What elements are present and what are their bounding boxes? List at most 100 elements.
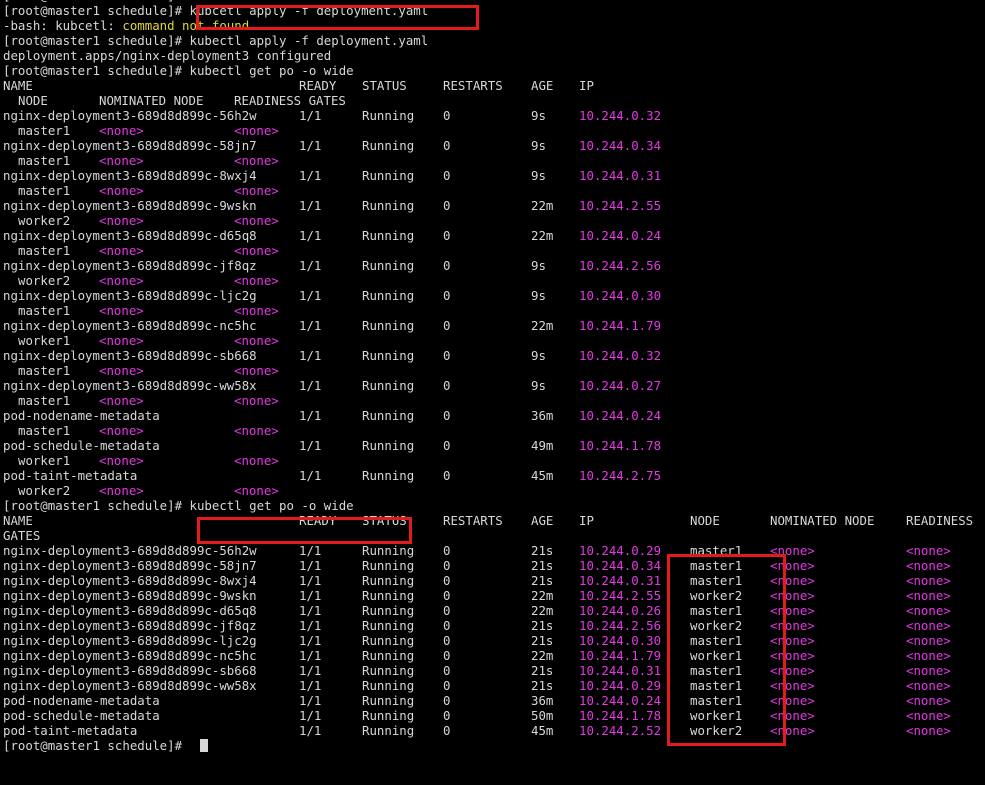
- pod-ready: 1/1: [299, 408, 322, 423]
- pod-name: nginx-deployment3-689d8d899c-56h2w: [3, 543, 257, 558]
- pod-ip: 10.244.0.29: [579, 678, 662, 693]
- pod-status: Running: [362, 708, 415, 723]
- table2-header: NAME READY STATUS RESTARTS AGE IP NODE NOMINATE…: [0, 513, 985, 528]
- pod-restarts: 0: [443, 708, 451, 723]
- pod-ready: 1/1: [299, 318, 322, 333]
- pod-age: 45m: [531, 723, 554, 738]
- pod-name: nginx-deployment3-689d8d899c-jf8qz: [3, 618, 257, 633]
- terminal-line-apply-command: [root@master1 schedule]# kubectl apply -…: [0, 33, 985, 48]
- pod-age: 22m: [531, 228, 554, 243]
- table2-row: pod-schedule-metadata 1/1 Running 0 50m 10.24…: [0, 708, 985, 723]
- pod-ready: 1/1: [299, 648, 322, 663]
- pod-status: Running: [362, 288, 415, 303]
- pod-ip: 10.244.0.34: [579, 558, 662, 573]
- pod-ready: 1/1: [299, 438, 322, 453]
- pod-nominated-node: <none>: [770, 588, 815, 603]
- pod-nominated-node: <none>: [770, 678, 815, 693]
- table1-row: nginx-deployment3-689d8d899c-9wskn 1/1 Run…: [0, 198, 985, 213]
- table2-row: pod-nodename-metadata 1/1 Running 0 36m 10.24…: [0, 693, 985, 708]
- pod-ip: 10.244.0.24: [579, 408, 662, 423]
- terminal-line-typo-command: [root@master1 schedule]# kubcetl apply -…: [0, 3, 985, 18]
- pod-restarts: 0: [443, 618, 451, 633]
- table1-header: NAME READY STATUS RESTARTS AGE IP: [0, 78, 985, 93]
- pod-name: nginx-deployment3-689d8d899c-jf8qz: [3, 258, 257, 273]
- table1-row: nginx-deployment3-689d8d899c-nc5hc 1/1 Run…: [0, 318, 985, 333]
- table2-header-wrap: GATES: [0, 528, 985, 543]
- pod-ready: 1/1: [299, 258, 322, 273]
- pod-node: worker2: [18, 483, 71, 498]
- pod-readiness-gates: <none>: [234, 213, 279, 228]
- pod-restarts: 0: [443, 543, 451, 558]
- table1-header-wrap: NODE NOMINATED NODE READINESS GATES: [0, 93, 985, 108]
- pod-readiness-gates: <none>: [234, 393, 279, 408]
- pod-name: nginx-deployment3-689d8d899c-58jn7: [3, 558, 257, 573]
- pod-status: Running: [362, 198, 415, 213]
- pod-readiness-gates: <none>: [906, 603, 951, 618]
- terminal-line-error: -bash: kubcetl: command not found: [0, 18, 985, 33]
- pod-ip: 10.244.0.31: [579, 573, 662, 588]
- table1-row-wrap: worker2 <none> <none>: [0, 483, 985, 498]
- get-command: kubectl get po -o wide: [182, 63, 354, 78]
- pod-readiness-gates: <none>: [906, 633, 951, 648]
- pod-ip: 10.244.2.52: [579, 723, 662, 738]
- pod-ready: 1/1: [299, 618, 322, 633]
- pod-ready: 1/1: [299, 633, 322, 648]
- cursor-block[interactable]: [200, 739, 208, 752]
- pod-ready: 1/1: [299, 348, 322, 363]
- pod-name: nginx-deployment3-689d8d899c-sb668: [3, 663, 257, 678]
- table1-row-wrap: master1 <none> <none>: [0, 153, 985, 168]
- pod-ready: 1/1: [299, 228, 322, 243]
- pod-age: 22m: [531, 318, 554, 333]
- table1-row: pod-nodename-metadata 1/1 Running 0 36m 10.24…: [0, 408, 985, 423]
- terminal-output: [root@master1 schedule]#[root@master1 sc…: [0, 0, 985, 753]
- pod-status: Running: [362, 408, 415, 423]
- pod-nominated-node: <none>: [770, 543, 815, 558]
- table1-row-wrap: master1 <none> <none>: [0, 303, 985, 318]
- pod-ip: 10.244.2.56: [579, 618, 662, 633]
- table2-header-node: NODE: [690, 513, 720, 528]
- typo-command: kubcetl apply -f deployment.yaml: [182, 3, 429, 18]
- pod-ip: 10.244.0.27: [579, 378, 662, 393]
- pod-status: Running: [362, 318, 415, 333]
- table2-row: nginx-deployment3-689d8d899c-58jn7 1/1 Run…: [0, 558, 985, 573]
- shell-prompt: [root@master1 schedule]#: [3, 3, 183, 18]
- table1-row-wrap: worker1 <none> <none>: [0, 333, 985, 348]
- pod-age: 21s: [531, 663, 554, 678]
- pod-name: pod-nodename-metadata: [3, 408, 160, 423]
- pod-readiness-gates: <none>: [234, 153, 279, 168]
- pod-ip: 10.244.0.31: [579, 663, 662, 678]
- pod-ip: 10.244.0.31: [579, 168, 662, 183]
- pod-restarts: 0: [443, 258, 451, 273]
- pod-restarts: 0: [443, 573, 451, 588]
- pod-nominated-node: <none>: [99, 213, 144, 228]
- pod-node: worker1: [18, 333, 71, 348]
- pod-ready: 1/1: [299, 378, 322, 393]
- pod-readiness-gates: <none>: [234, 363, 279, 378]
- pod-status: Running: [362, 228, 415, 243]
- table2-header-gates: GATES: [3, 528, 41, 543]
- pod-node: master1: [18, 363, 71, 378]
- pod-status: Running: [362, 678, 415, 693]
- table1-row: nginx-deployment3-689d8d899c-58jn7 1/1 Run…: [0, 138, 985, 153]
- pod-restarts: 0: [443, 138, 451, 153]
- pod-age: 36m: [531, 693, 554, 708]
- pod-nominated-node: <none>: [99, 423, 144, 438]
- pod-age: 22m: [531, 603, 554, 618]
- pod-age: 21s: [531, 618, 554, 633]
- pod-name: nginx-deployment3-689d8d899c-ljc2g: [3, 288, 257, 303]
- pod-ready: 1/1: [299, 603, 322, 618]
- error-message: -bash: kubcetl: command not found: [3, 18, 249, 33]
- get-command: kubectl get po -o wide: [182, 498, 354, 513]
- terminal-window[interactable]: [root@master1 schedule]#[root@master1 sc…: [0, 0, 985, 785]
- pod-node: master1: [690, 663, 743, 678]
- pod-status: Running: [362, 663, 415, 678]
- table1-row-wrap: worker1 <none> <none>: [0, 453, 985, 468]
- pod-name: nginx-deployment3-689d8d899c-d65q8: [3, 603, 257, 618]
- pod-age: 9s: [531, 288, 546, 303]
- pod-age: 21s: [531, 678, 554, 693]
- pod-nominated-node: <none>: [770, 663, 815, 678]
- table1-row: pod-taint-metadata 1/1 Running 0 45m 10.244.2…: [0, 468, 985, 483]
- pod-age: 22m: [531, 588, 554, 603]
- table1-row-wrap: master1 <none> <none>: [0, 123, 985, 138]
- table2-header-nominated: NOMINATED NODE: [770, 513, 875, 528]
